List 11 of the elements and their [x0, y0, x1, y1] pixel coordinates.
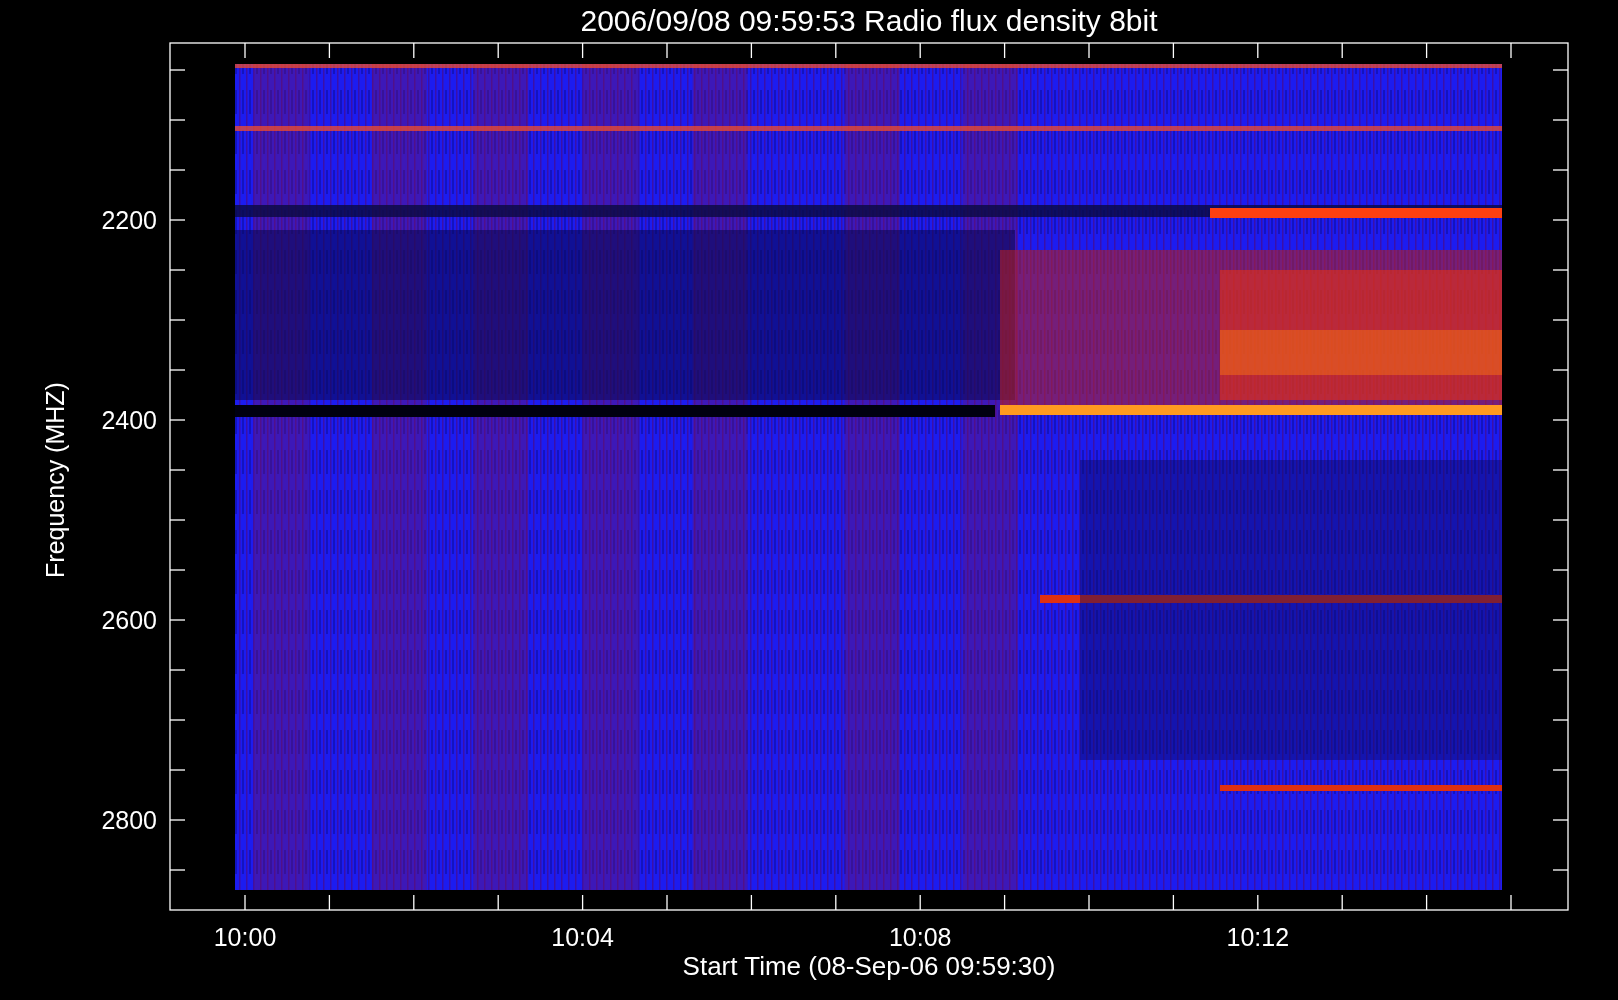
- x-tick-label: 10:12: [1226, 923, 1290, 951]
- x-tick-label: 10:00: [213, 923, 277, 951]
- x-tick-label: 10:08: [888, 923, 952, 951]
- chart-title: 2006/09/08 09:59:53 Radio flux density 8bit: [580, 4, 1158, 37]
- y-axis-label: Frequency (MHZ): [41, 382, 69, 578]
- y-tick-label: 2800: [101, 806, 157, 834]
- y-tick-label: 2200: [101, 206, 157, 234]
- x-tick-label: 10:04: [551, 923, 614, 951]
- x-axis-label: Start Time (08-Sep-06 09:59:30): [682, 951, 1056, 981]
- y-tick-label: 2400: [101, 406, 157, 434]
- y-tick-label: 2600: [101, 606, 157, 634]
